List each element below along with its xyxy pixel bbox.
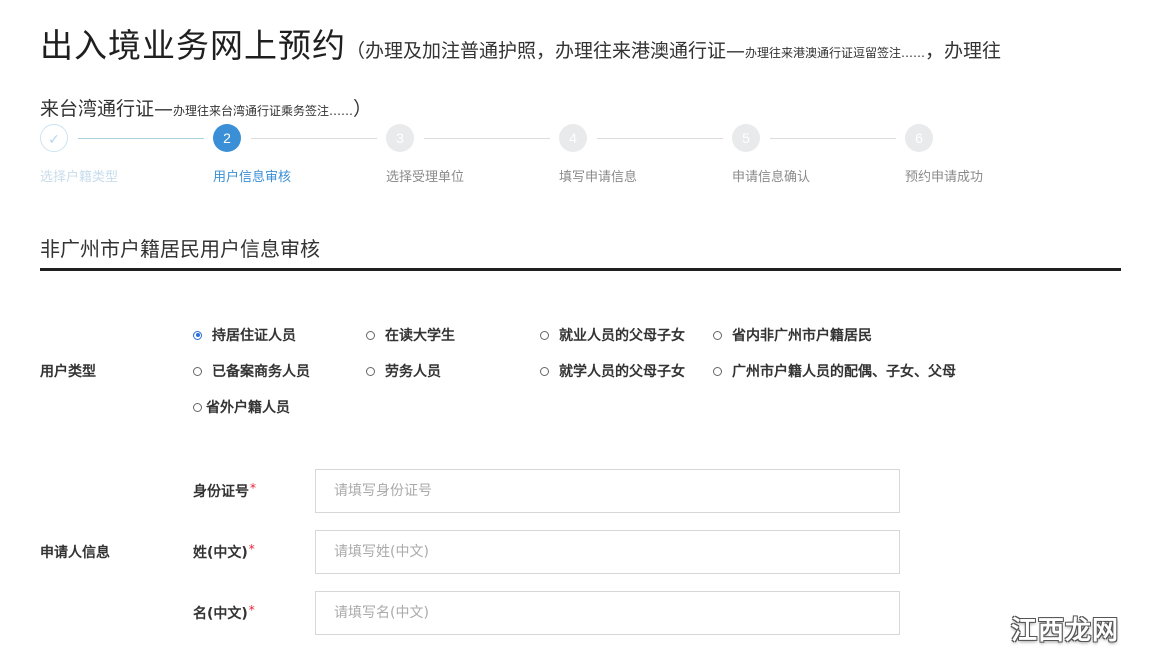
step-label: 填写申请信息 — [559, 170, 638, 185]
required-mark: * — [248, 542, 255, 556]
watermark-text: 江西龙网 — [1010, 615, 1119, 646]
progress-stepper: ✓ 选择户籍类型 2 用户信息审核 3 选择受理单位 4 填写申请信息 5 申请… — [40, 124, 1040, 185]
section-divider — [40, 268, 1121, 271]
step-6: 6 预约申请成功 — [905, 124, 1078, 185]
radio-unchecked-icon[interactable] — [193, 366, 202, 376]
radio-label: 省外户籍人员 — [206, 400, 290, 416]
page-header: 出入境业务网上预约（办理及加注普通护照，办理往来港澳通行证—办理往来港澳通行证逗… — [40, 18, 1120, 139]
step-label: 选择受理单位 — [386, 170, 465, 185]
site-watermark: 江西龙网 — [1010, 608, 1120, 648]
radio-checked-icon[interactable] — [193, 330, 202, 340]
step-4: 4 填写申请信息 — [559, 124, 732, 185]
step-3: 3 选择受理单位 — [386, 124, 559, 185]
step-number: 2 — [213, 124, 241, 152]
step-number: 5 — [732, 124, 760, 152]
radio-label: 广州市户籍人员的配偶、子女、父母 — [732, 364, 956, 380]
radio-label: 持居住证人员 — [212, 328, 296, 344]
step-5: 5 申请信息确认 — [732, 124, 905, 185]
title-note-close: ） — [353, 98, 373, 120]
title-note-open: （办理及加注普通护照，办理往来港澳通行证— — [346, 40, 746, 62]
radio-in-province-resident[interactable]: 省内非广州市户籍居民 — [713, 325, 872, 345]
radio-label: 就学人员的父母子女 — [559, 364, 685, 380]
section-title: 非广州市户籍居民用户信息审核 — [40, 237, 320, 261]
field-label-text: 姓(中文) — [193, 545, 248, 561]
radio-unchecked-icon[interactable] — [713, 330, 722, 340]
title-note-line2: 来台湾通行证— — [40, 98, 174, 120]
step-label: 选择户籍类型 — [40, 170, 119, 185]
radio-label: 已备案商务人员 — [212, 364, 310, 380]
radio-university-student[interactable]: 在读大学生 — [366, 325, 455, 345]
step-label: 用户信息审核 — [213, 170, 292, 185]
given-name-label: 名(中文)* — [193, 603, 255, 623]
title-note-small-1: 办理往来港澳通行证逗留签注…… — [745, 46, 926, 60]
radio-gz-resident-family[interactable]: 广州市户籍人员的配偶、子女、父母 — [713, 361, 956, 381]
step-connector — [770, 138, 896, 139]
radio-labor-worker[interactable]: 劳务人员 — [366, 361, 441, 381]
step-number: 6 — [905, 124, 933, 152]
radio-label: 在读大学生 — [385, 328, 455, 344]
radio-unchecked-icon[interactable] — [366, 366, 375, 376]
step-label: 预约申请成功 — [905, 170, 984, 185]
page-title: 出入境业务网上预约 — [40, 26, 346, 65]
radio-business-registered[interactable]: 已备案商务人员 — [193, 361, 310, 381]
radio-out-of-province[interactable]: 省外户籍人员 — [193, 397, 290, 417]
radio-unchecked-icon[interactable] — [713, 366, 722, 376]
applicant-info-label: 申请人信息 — [40, 545, 110, 561]
title-note-small-2: 办理往来台湾通行证乘务签注…… — [173, 104, 354, 118]
step-number: 3 — [386, 124, 414, 152]
radio-student-family[interactable]: 就学人员的父母子女 — [540, 361, 685, 381]
field-label-text: 名(中文) — [193, 606, 248, 622]
radio-label: 就业人员的父母子女 — [559, 328, 685, 344]
step-connector — [251, 138, 377, 139]
radio-unchecked-icon[interactable] — [540, 330, 549, 340]
field-label-text: 身份证号 — [193, 484, 249, 500]
step-1: ✓ 选择户籍类型 — [40, 124, 213, 185]
given-name-input[interactable] — [315, 591, 900, 635]
radio-label: 劳务人员 — [385, 364, 441, 380]
step-label: 申请信息确认 — [732, 170, 811, 185]
radio-unchecked-icon[interactable] — [366, 330, 375, 340]
step-number: 4 — [559, 124, 587, 152]
id-number-input[interactable] — [315, 469, 900, 513]
title-note-comma: ，办理往 — [925, 40, 1002, 62]
step-connector — [597, 138, 723, 139]
required-mark: * — [250, 481, 256, 495]
radio-label: 省内非广州市户籍居民 — [732, 328, 872, 344]
radio-residence-permit[interactable]: 持居住证人员 — [193, 325, 296, 345]
surname-input[interactable] — [315, 530, 900, 574]
radio-unchecked-icon[interactable] — [193, 402, 202, 412]
required-mark: * — [248, 603, 255, 617]
surname-label: 姓(中文)* — [193, 542, 255, 562]
user-type-label: 用户类型 — [40, 364, 96, 380]
step-connector — [78, 138, 204, 139]
step-connector — [424, 138, 550, 139]
step-2: 2 用户信息审核 — [213, 124, 386, 185]
id-number-label: 身份证号* — [193, 481, 256, 501]
radio-unchecked-icon[interactable] — [540, 366, 549, 376]
radio-employee-family[interactable]: 就业人员的父母子女 — [540, 325, 685, 345]
check-icon: ✓ — [40, 124, 68, 152]
